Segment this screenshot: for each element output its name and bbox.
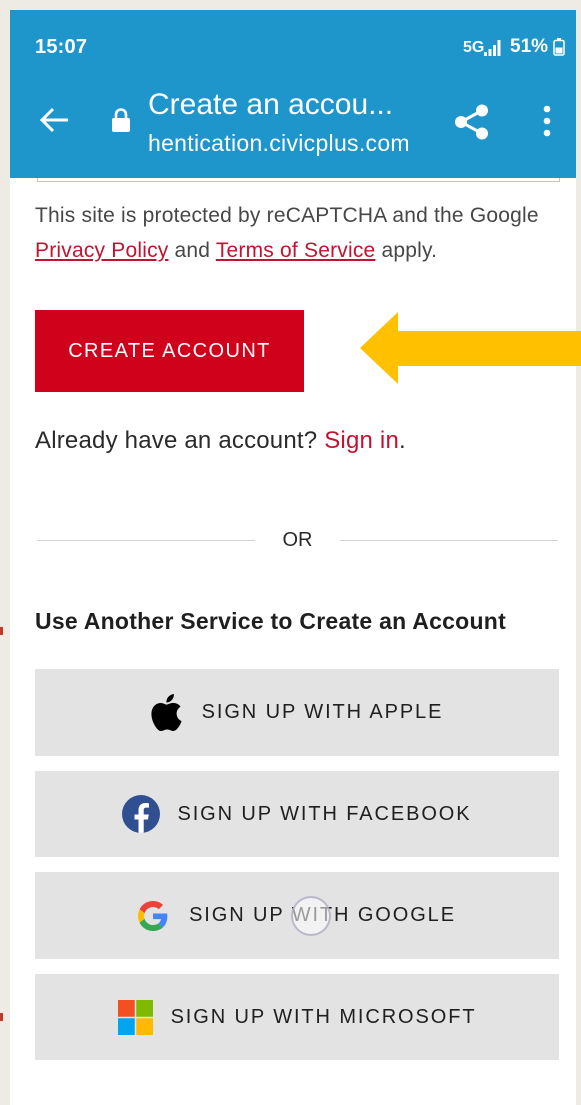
lock-icon[interactable] (111, 107, 131, 132)
signin-prompt-text: Already have an account? (35, 427, 318, 454)
page: 15:07 5G 51% Create an accou... henticat… (0, 0, 581, 1105)
microsoft-icon (117, 999, 153, 1035)
left-arrow-icon (360, 312, 581, 384)
create-account-button[interactable]: CREATE ACCOUNT (35, 310, 304, 392)
more-vert-icon[interactable] (541, 104, 553, 138)
sign-up-facebook-button[interactable]: SIGN UP WITH FACEBOOK (35, 771, 559, 857)
battery-percent: 51% (510, 36, 549, 57)
network-type: 5G (463, 39, 485, 56)
divider-line-right (340, 540, 558, 541)
sign-up-microsoft-button[interactable]: SIGN UP WITH MICROSOFT (35, 974, 559, 1060)
page-url[interactable]: hentication.civicplus.com (148, 129, 410, 157)
touch-indicator (291, 896, 331, 936)
sign-up-apple-button[interactable]: SIGN UP WITH APPLE (35, 669, 559, 756)
edge-mark (0, 627, 3, 635)
edge-mark (0, 1013, 3, 1021)
signin-period: . (399, 427, 406, 454)
services-heading: Use Another Service to Create an Account (35, 608, 506, 634)
sign-up-facebook-label: SIGN UP WITH FACEBOOK (177, 802, 472, 825)
notice-suffix: apply. (381, 239, 438, 262)
terms-of-service-link[interactable]: Terms of Service (216, 239, 376, 262)
notice-conjunction: and (174, 239, 211, 262)
recaptcha-notice: This site is protected by reCAPTCHA and … (35, 198, 539, 268)
divider-label: OR (282, 529, 313, 551)
browser-app-bar: 15:07 5G 51% Create an accou... henticat… (10, 10, 576, 178)
signal-icon (484, 40, 501, 56)
google-icon (138, 900, 168, 931)
page-title[interactable]: Create an accou... (148, 88, 393, 122)
divider-line-left (37, 540, 255, 541)
status-time: 15:07 (35, 36, 88, 58)
signin-prompt: Already have an account? Sign in. (35, 426, 406, 456)
notice-text: This site is protected by reCAPTCHA and … (35, 204, 539, 227)
sign-in-link[interactable]: Sign in (324, 427, 399, 454)
share-icon[interactable] (453, 104, 490, 140)
battery-icon (553, 38, 565, 56)
sign-up-apple-label: SIGN UP WITH APPLE (201, 701, 444, 723)
privacy-policy-link[interactable]: Privacy Policy (35, 239, 169, 262)
facebook-icon (122, 795, 161, 833)
back-arrow-icon[interactable] (38, 106, 70, 134)
scrolled-field-edge (37, 178, 560, 182)
sign-up-microsoft-label: SIGN UP WITH MICROSOFT (170, 1005, 477, 1028)
apple-icon (151, 694, 182, 731)
